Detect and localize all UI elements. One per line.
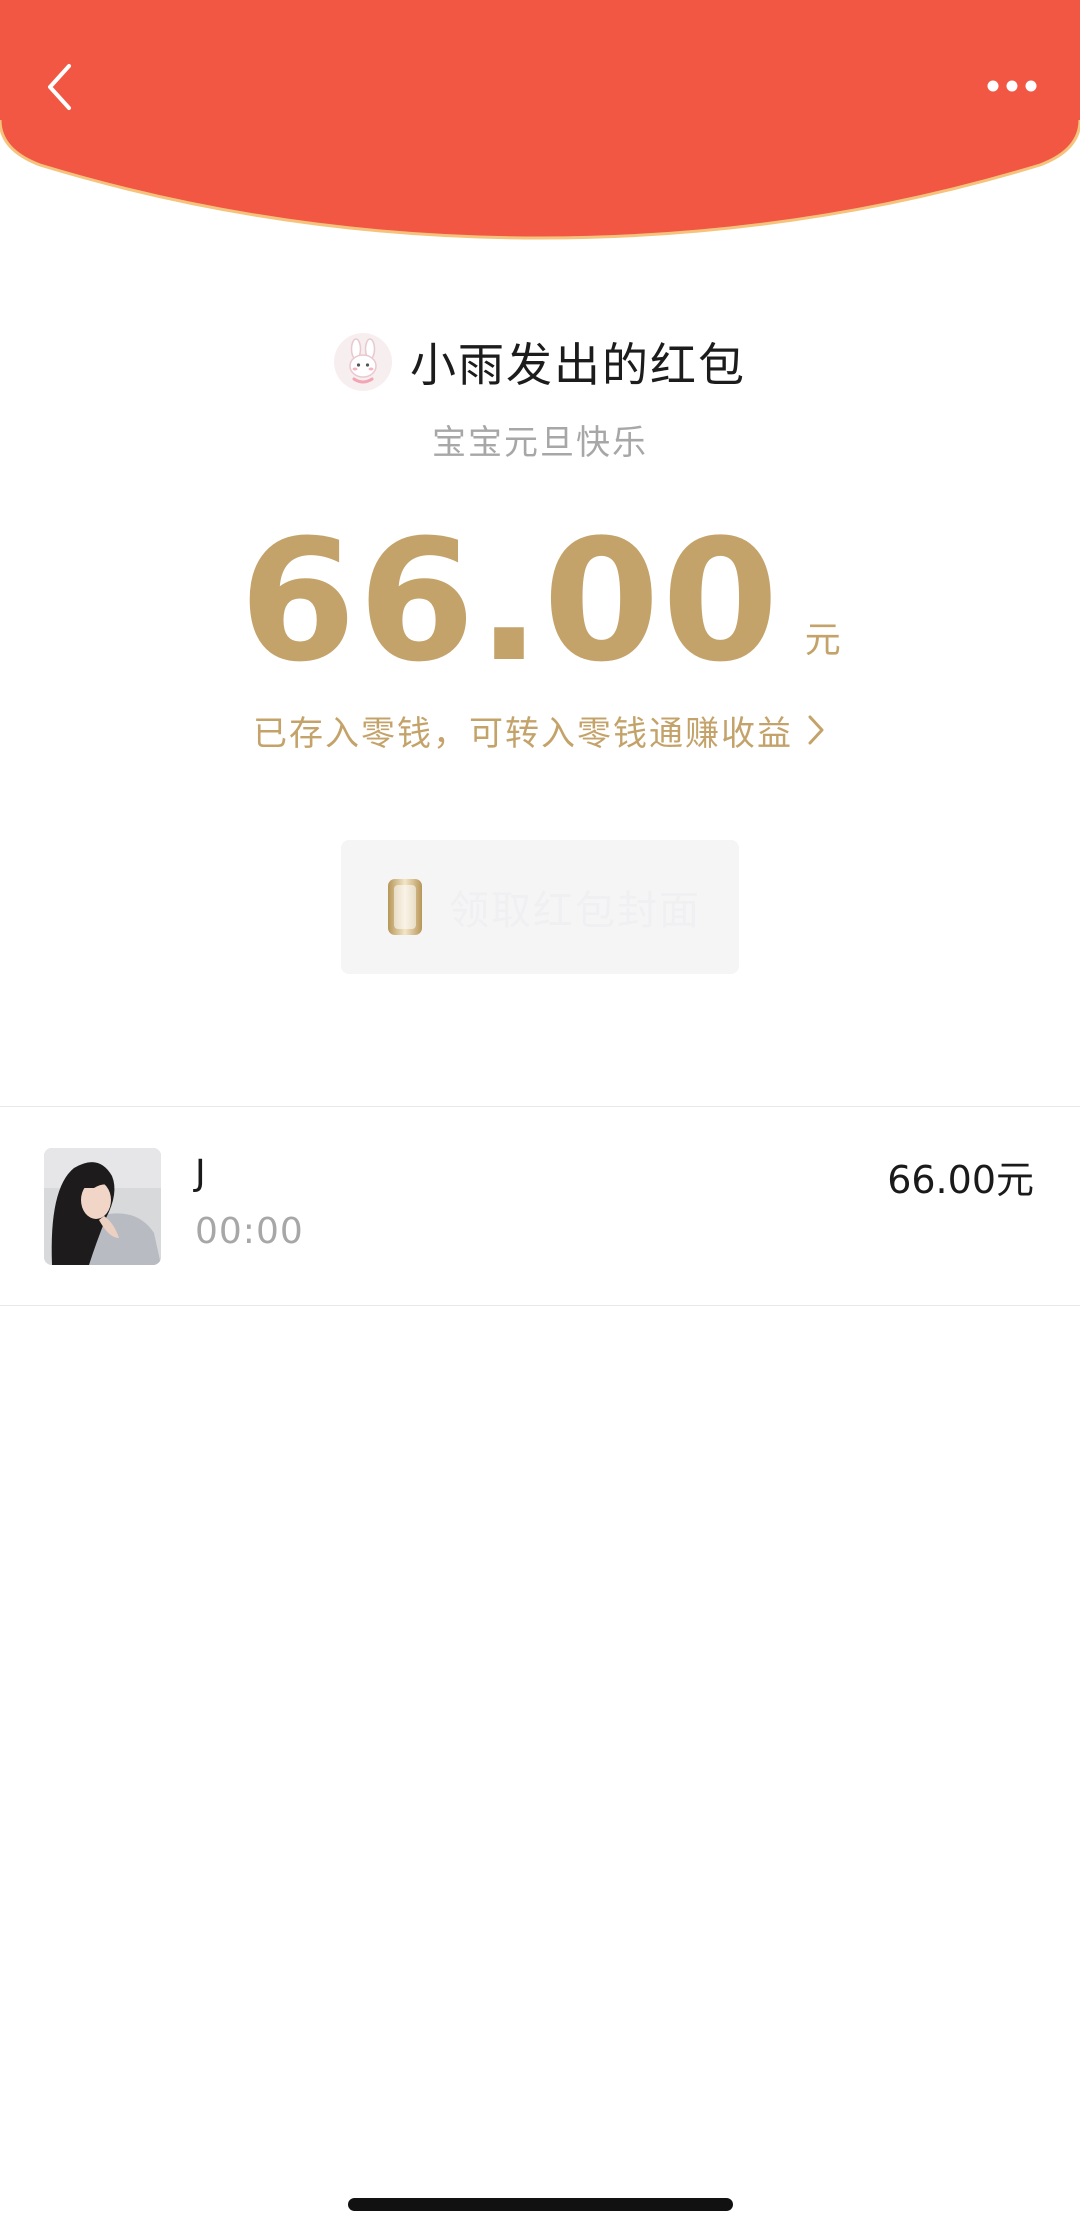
cover-card-label: 领取红包封面 (449, 888, 701, 934)
packet-cover-card[interactable]: 领取红包封面 (341, 840, 739, 974)
amount-unit: 元 (804, 620, 841, 661)
receiver-avatar (44, 1148, 161, 1265)
more-dots-icon (987, 80, 1037, 92)
receiver-amount: 66.00元 (887, 1158, 1034, 1202)
amount-value: 66.00 (239, 503, 781, 699)
amount-row: 66.00 元 (0, 505, 1080, 685)
receiver-time: 00:00 (195, 1211, 304, 1252)
chevron-right-icon (808, 715, 824, 745)
receiver-list-item[interactable]: J 00:00 66.00元 (0, 1107, 1080, 1305)
chevron-left-icon (48, 64, 71, 110)
bunny-avatar-icon (334, 333, 392, 391)
blessing-message: 宝宝元旦快乐 (432, 423, 648, 463)
red-packet-detail-page: 小雨发出的红包 宝宝元旦快乐 66.00 元 已存入零钱，可转入零钱通赚收益 领… (0, 0, 1080, 2233)
sender-title: 小雨发出的红包 (410, 338, 746, 392)
more-button[interactable] (980, 66, 1044, 106)
deposit-text: 已存入零钱，可转入零钱通赚收益 (253, 713, 793, 754)
list-divider-bottom (0, 1305, 1080, 1306)
sender-row: 小雨发出的红包 (0, 326, 1080, 398)
header-background (0, 0, 1080, 240)
receiver-name: J (195, 1153, 206, 1194)
back-button[interactable] (30, 52, 90, 122)
home-indicator (348, 2198, 733, 2211)
red-packet-cover-icon (388, 879, 422, 935)
deposit-link[interactable]: 已存入零钱，可转入零钱通赚收益 (0, 705, 1080, 755)
receiver-avatar-photo (44, 1148, 161, 1265)
